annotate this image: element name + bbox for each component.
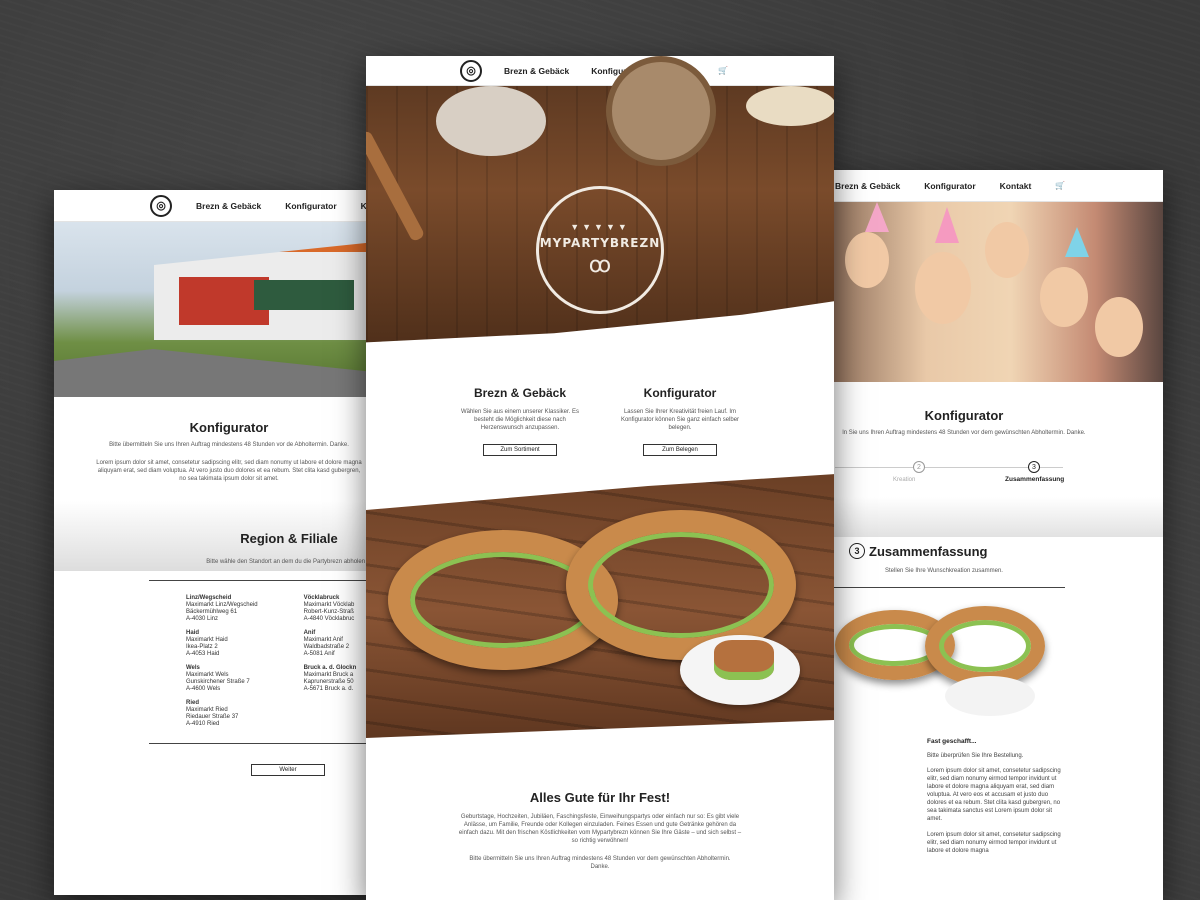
mypartybrezn-badge-logo: ▼▼▼▼▼ MYPARTYBREZN ꝏ xyxy=(536,186,664,314)
lorem-text-1: Lorem ipsum dolor sit amet, consetetur s… xyxy=(927,768,1061,822)
page-standort: ◎ Brezn & Gebäck Konfigurator Ko Konfigu… xyxy=(54,190,374,895)
store-item[interactable]: Haid Maximarkt Haid Ikea-Platz 2 A-4053 Hai… xyxy=(186,630,258,658)
hero-party-people-image xyxy=(825,202,1163,382)
done-subtitle: Bitte überprüfen Sie Ihre Bestellung. xyxy=(927,753,1024,759)
top-nav: ◎ Brezn & Gebäck Konfigurator Ko xyxy=(54,190,374,222)
brezn-column: Brezn & Gebäck Wählen Sie aus einem unse… xyxy=(460,386,580,456)
store-item[interactable]: Wels Maximarkt Wels Gunskirchener Straße 7… xyxy=(186,665,258,693)
nav-brezn-link[interactable]: Brezn & Gebäck xyxy=(835,181,900,191)
step-2-label: Kreation xyxy=(893,477,916,483)
nav-konfigurator-link[interactable]: Konfigurator xyxy=(924,181,975,191)
intro-text: Bitte übermitteln Sie uns Ihren Auftrag … xyxy=(109,442,349,448)
store-item[interactable]: Bruck a. d. Glockn Maximarkt Bruck a Kapru… xyxy=(304,665,357,693)
lorem-text: Lorem ipsum dolor sit amet, consetetur s… xyxy=(96,460,362,482)
section-title: Konfigurator xyxy=(189,420,269,435)
konfigurator-column: Konfigurator Lassen Sie Ihrer Kreativitä… xyxy=(620,386,740,456)
nav-kontakt-link[interactable]: Kontakt xyxy=(1000,181,1032,191)
page-home: ◎ Brezn & Gebäck Konfigurator Kontakt 🛒 … xyxy=(366,56,834,900)
fest-text: Geburtstage, Hochzeiten, Jubiläen, Fasch… xyxy=(458,814,742,844)
cart-icon[interactable]: 🛒 xyxy=(1055,181,1065,190)
summary-pretzel-image xyxy=(825,588,1163,738)
store-list: Linz/Wegscheid Maximarkt Linz/Wegscheid Bä… xyxy=(54,595,374,735)
pretzel-logo-icon[interactable]: ◎ xyxy=(150,194,172,217)
pretzel-logo-icon[interactable]: ◎ xyxy=(460,59,482,82)
lorem-text-2: Lorem ipsum dolor sit amet, consetetur s… xyxy=(927,832,1061,854)
nav-konfigurator-link[interactable]: Konfigurator xyxy=(285,201,336,211)
summary-heading: 3 Zusammenfassung xyxy=(825,543,1163,559)
hero-baking-wood-image: ▼▼▼▼▼ MYPARTYBREZN ꝏ xyxy=(366,56,834,347)
top-nav: Brezn & Gebäck Konfigurator Kontakt 🛒 xyxy=(825,170,1163,202)
intro-text: ln Sie uns Ihren Auftrag mindestens 48 S… xyxy=(842,430,1086,436)
hero-store-building-image xyxy=(54,222,374,397)
intro-columns: Brezn & Gebäck Wählen Sie aus einem unse… xyxy=(366,346,834,456)
configurator-stepper: 2 Kreation 3 Zusammenfassung xyxy=(825,457,1163,497)
store-item[interactable]: Vöcklabruck Maximarkt Vöcklab Robert-Kunz-… xyxy=(304,595,357,623)
top-nav: ◎ Brezn & Gebäck Konfigurator Kontakt 🛒 xyxy=(366,56,834,86)
nav-brezn-link[interactable]: Brezn & Gebäck xyxy=(504,66,569,76)
region-title: Region & Filiale xyxy=(240,531,338,546)
pretzel-sandwich-image xyxy=(366,470,834,750)
store-item[interactable]: Ried Maximarkt Ried Riedauer Straße 37 A-49… xyxy=(186,700,258,728)
weiter-button[interactable]: Weiter xyxy=(251,764,325,776)
cart-icon[interactable]: 🛒 xyxy=(718,66,728,75)
step-number-badge: 3 xyxy=(849,543,865,559)
fest-note: Bitte übermitteln Sie uns Ihren Auftrag … xyxy=(469,856,731,870)
region-subtitle: Bitte wähle den Standort an dem du die P… xyxy=(206,559,372,565)
page-zusammenfassung: Brezn & Gebäck Konfigurator Kontakt 🛒 Ko… xyxy=(825,170,1163,900)
step-3-indicator[interactable]: 3 xyxy=(1028,461,1040,473)
step-3-label: Zusammenfassung xyxy=(1005,476,1065,483)
section-title: Konfigurator xyxy=(924,408,1004,423)
done-title: Fast geschafft... xyxy=(927,738,977,745)
store-item[interactable]: Linz/Wegscheid Maximarkt Linz/Wegscheid Bä… xyxy=(186,595,258,623)
store-item[interactable]: Anif Maximarkt Anif Waldbadstraße 2 A-5081 … xyxy=(304,630,357,658)
zum-belegen-button[interactable]: Zum Belegen xyxy=(643,444,717,456)
summary-subtitle: Stellen Sie Ihre Wunschkreation zusammen… xyxy=(885,568,1003,574)
zum-sortiment-button[interactable]: Zum Sortiment xyxy=(483,444,557,456)
fest-title: Alles Gute für Ihr Fest! xyxy=(529,790,671,805)
nav-brezn-link[interactable]: Brezn & Gebäck xyxy=(196,201,261,211)
step-2-indicator[interactable]: 2 xyxy=(913,461,925,473)
pretzel-icon: ꝏ xyxy=(588,252,612,277)
